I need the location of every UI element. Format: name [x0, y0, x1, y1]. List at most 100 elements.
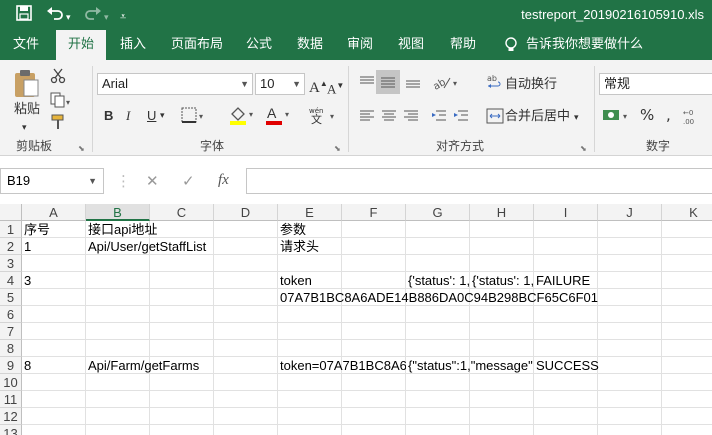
cell-E13[interactable]: [278, 425, 342, 435]
cell-A10[interactable]: [22, 374, 86, 391]
font-name-combo[interactable]: Arial ▼: [97, 73, 253, 95]
cell-K13[interactable]: [662, 425, 712, 435]
cell-B10[interactable]: [86, 374, 150, 391]
column-header-D[interactable]: D: [214, 204, 278, 221]
tab-view[interactable]: 视图: [388, 30, 434, 60]
redo-icon[interactable]: [84, 5, 102, 25]
cell-K12[interactable]: [662, 408, 712, 425]
cell-I10[interactable]: [534, 374, 598, 391]
cell-I6[interactable]: [534, 306, 598, 323]
accounting-format-icon[interactable]: ▾: [602, 106, 632, 129]
cell-K8[interactable]: [662, 340, 712, 357]
cell-A6[interactable]: [22, 306, 86, 323]
tell-me-search[interactable]: 告诉我你想要做什么: [526, 30, 676, 60]
cell-F3[interactable]: [342, 255, 406, 272]
cell-E8[interactable]: [278, 340, 342, 357]
underline-dropdown-icon[interactable]: ▾: [160, 108, 165, 124]
tab-home[interactable]: 开始: [56, 30, 106, 60]
cell-J13[interactable]: [598, 425, 662, 435]
row-header-4[interactable]: 4: [0, 272, 22, 289]
cell-E10[interactable]: [278, 374, 342, 391]
cell-H6[interactable]: [470, 306, 534, 323]
cell-D5[interactable]: [214, 289, 278, 306]
column-header-F[interactable]: F: [342, 204, 406, 221]
lightbulb-icon[interactable]: [500, 30, 522, 60]
row-header-12[interactable]: 12: [0, 408, 22, 425]
column-header-A[interactable]: A: [22, 204, 86, 221]
cell-F13[interactable]: [342, 425, 406, 435]
font-size-combo[interactable]: 10 ▼: [255, 73, 305, 95]
tab-data[interactable]: 数据: [288, 30, 332, 60]
comma-style-icon[interactable]: ,: [666, 107, 671, 123]
cell-J12[interactable]: [598, 408, 662, 425]
paste-button[interactable]: 粘贴: [14, 102, 40, 118]
cell-J11[interactable]: [598, 391, 662, 408]
alignment-launcher-icon[interactable]: ⬊: [580, 144, 587, 153]
increase-indent-icon[interactable]: [452, 108, 470, 129]
tab-page-layout[interactable]: 页面布局: [162, 30, 232, 60]
cell-I12[interactable]: [534, 408, 598, 425]
wrap-text-icon[interactable]: ab: [486, 73, 504, 96]
row-header-9[interactable]: 9: [0, 357, 22, 374]
cell-B7[interactable]: [86, 323, 150, 340]
cell-D10[interactable]: [214, 374, 278, 391]
cell-D12[interactable]: [214, 408, 278, 425]
cell-F12[interactable]: [342, 408, 406, 425]
cell-E12[interactable]: [278, 408, 342, 425]
worksheet-grid[interactable]: A B C D E F G H I J K 1 2 3 4 5 6 7 8 9 10 11 12 13 序号 接口api地址 参数 1…: [0, 204, 712, 435]
orientation-icon[interactable]: ab ▾: [431, 74, 460, 95]
phonetic-guide-icon[interactable]: wén 文 ▾: [308, 105, 338, 130]
select-all-corner[interactable]: [0, 204, 22, 221]
cell-C5[interactable]: [150, 289, 214, 306]
cell-F10[interactable]: [342, 374, 406, 391]
cell-G12[interactable]: [406, 408, 470, 425]
save-icon[interactable]: [16, 5, 32, 25]
cell-G6[interactable]: [406, 306, 470, 323]
cell-H7[interactable]: [470, 323, 534, 340]
cell-E11[interactable]: [278, 391, 342, 408]
bold-button[interactable]: B: [104, 108, 113, 124]
cell-G3[interactable]: [406, 255, 470, 272]
cell-I3[interactable]: [534, 255, 598, 272]
row-header-2[interactable]: 2: [0, 238, 22, 255]
cell-E3[interactable]: [278, 255, 342, 272]
cell-C8[interactable]: [150, 340, 214, 357]
paste-icon[interactable]: [12, 68, 40, 103]
increase-font-icon[interactable]: A▲: [309, 76, 328, 96]
cell-A11[interactable]: [22, 391, 86, 408]
cell-J3[interactable]: [598, 255, 662, 272]
increase-decimal-icon[interactable]: ←0.00: [682, 107, 710, 130]
tab-file[interactable]: 文件: [0, 30, 52, 60]
cell-A5[interactable]: [22, 289, 86, 306]
decrease-indent-icon[interactable]: [430, 108, 448, 129]
name-box[interactable]: B19 ▼: [0, 168, 104, 194]
cell-C12[interactable]: [150, 408, 214, 425]
cell-A12[interactable]: [22, 408, 86, 425]
cell-F6[interactable]: [342, 306, 406, 323]
cell-G13[interactable]: [406, 425, 470, 435]
cell-F11[interactable]: [342, 391, 406, 408]
cell-D3[interactable]: [214, 255, 278, 272]
row-header-10[interactable]: 10: [0, 374, 22, 391]
cell-I7[interactable]: [534, 323, 598, 340]
cell-B13[interactable]: [86, 425, 150, 435]
cell-D7[interactable]: [214, 323, 278, 340]
cell-B5[interactable]: [86, 289, 150, 306]
borders-icon[interactable]: ▾: [180, 106, 206, 129]
cell-K6[interactable]: [662, 306, 712, 323]
cell-E6[interactable]: [278, 306, 342, 323]
font-color-icon[interactable]: A ▾: [264, 105, 292, 130]
cut-icon[interactable]: [50, 68, 66, 89]
cell-I8[interactable]: [534, 340, 598, 357]
column-header-J[interactable]: J: [598, 204, 662, 221]
merge-dropdown-icon[interactable]: ▾: [574, 110, 579, 126]
decrease-font-icon[interactable]: A▼: [327, 78, 344, 97]
align-right-icon[interactable]: [402, 108, 420, 129]
tab-help[interactable]: 帮助: [440, 30, 486, 60]
cell-C7[interactable]: [150, 323, 214, 340]
cell-D8[interactable]: [214, 340, 278, 357]
column-header-K[interactable]: K: [662, 204, 712, 221]
align-center-icon[interactable]: [380, 108, 398, 129]
column-header-B[interactable]: B: [86, 204, 150, 221]
cell-B11[interactable]: [86, 391, 150, 408]
